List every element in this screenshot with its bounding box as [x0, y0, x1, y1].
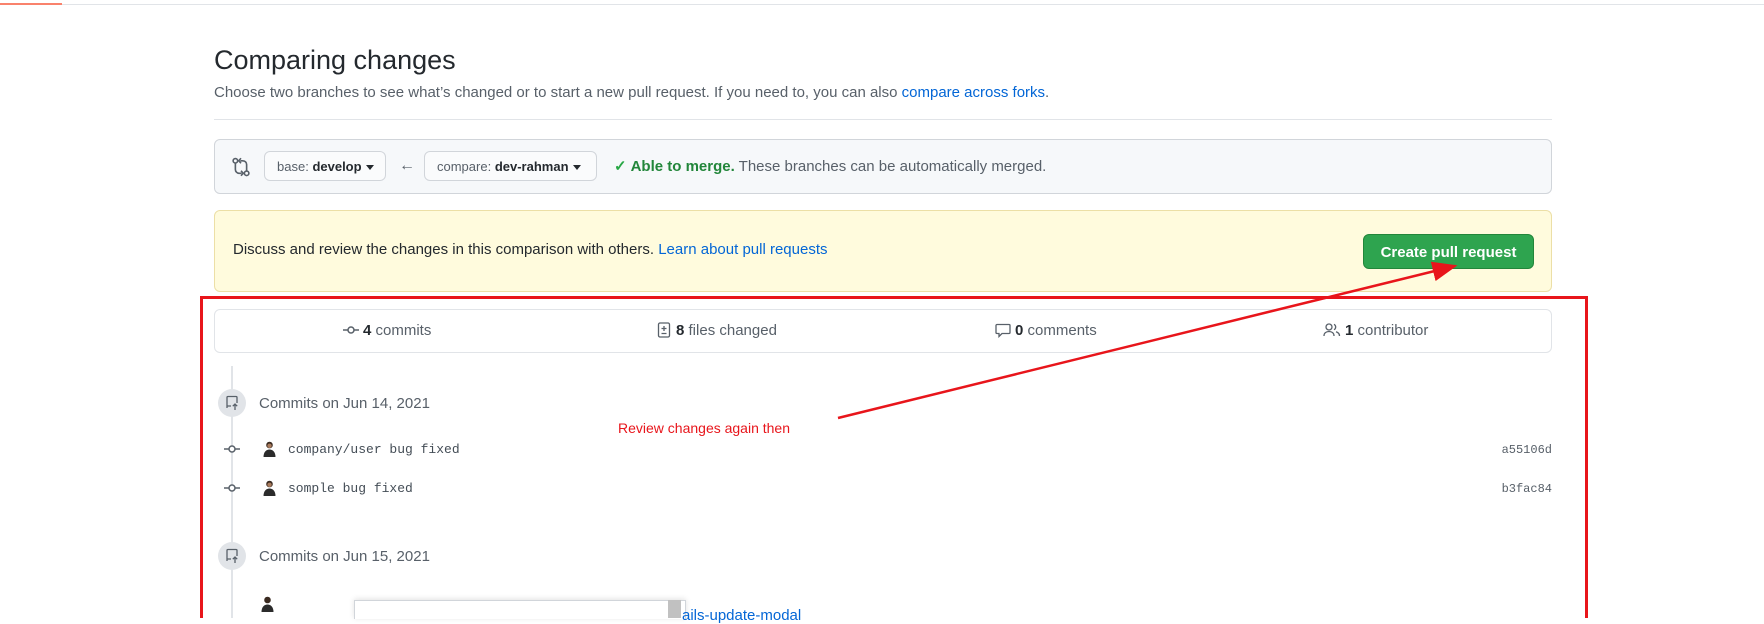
- annotation-arrow-icon: [837, 261, 1458, 420]
